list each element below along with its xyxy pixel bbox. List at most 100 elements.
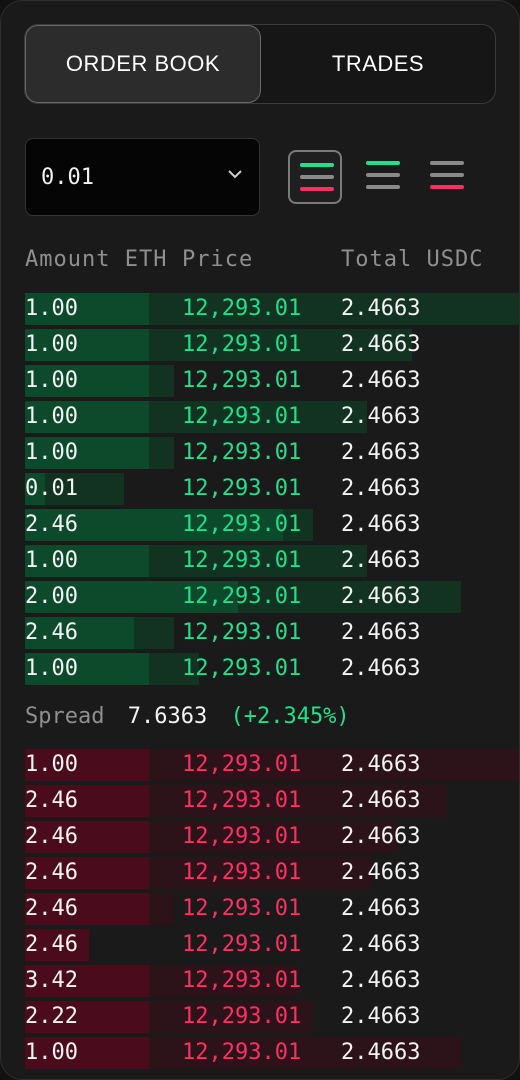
spread-change: (+2.345%) <box>230 704 350 729</box>
price-cell: 12,293.01 <box>182 296 302 321</box>
amount-cell: 2.46 <box>25 860 78 885</box>
header-price: Price <box>182 247 254 272</box>
total-cell: 2.4663 <box>341 1040 421 1065</box>
bid-row[interactable]: 1.00 12,293.01 2.4663 <box>1 543 519 579</box>
amount-cell: 1.00 <box>25 752 78 777</box>
tab-trades[interactable]: TRADES <box>261 25 495 103</box>
price-cell: 12,293.01 <box>182 548 302 573</box>
total-cell: 2.4663 <box>341 584 421 609</box>
total-cell: 2.4663 <box>341 296 421 321</box>
amount-cell: 0.01 <box>25 476 78 501</box>
total-cell: 2.4663 <box>341 788 421 813</box>
precision-value: 0.01 <box>41 164 94 190</box>
bid-row[interactable]: 1.00 12,293.01 2.4663 <box>1 435 519 471</box>
ask-line-icon <box>300 187 334 191</box>
total-cell: 2.4663 <box>341 824 421 849</box>
total-cell: 2.4663 <box>341 440 421 465</box>
amount-cell: 2.46 <box>25 788 78 813</box>
amount-cell: 2.00 <box>25 584 78 609</box>
price-cell: 12,293.01 <box>182 512 302 537</box>
bid-line-icon <box>366 161 400 165</box>
total-cell: 2.4663 <box>341 512 421 537</box>
amount-cell: 3.42 <box>25 968 78 993</box>
bid-row[interactable]: 1.00 12,293.01 2.4663 <box>1 651 519 687</box>
bid-row[interactable]: 2.46 12,293.01 2.4663 <box>1 507 519 543</box>
total-cell: 2.4663 <box>341 968 421 993</box>
price-cell: 12,293.01 <box>182 788 302 813</box>
total-cell: 2.4663 <box>341 860 421 885</box>
price-cell: 12,293.01 <box>182 620 302 645</box>
neutral-line-icon <box>366 185 400 189</box>
amount-cell: 1.00 <box>25 1040 78 1065</box>
bid-row[interactable]: 2.00 12,293.01 2.4663 <box>1 579 519 615</box>
ask-row[interactable]: 2.46 12,293.01 2.4663 <box>1 819 519 855</box>
view-both-sides-button[interactable] <box>288 150 342 204</box>
price-cell: 12,293.01 <box>182 332 302 357</box>
price-cell: 12,293.01 <box>182 1040 302 1065</box>
amount-cell: 2.46 <box>25 896 78 921</box>
view-bids-only-button[interactable] <box>356 150 410 204</box>
header-total: Total USDC <box>341 247 484 272</box>
amount-cell: 1.00 <box>25 332 78 357</box>
total-cell: 2.4663 <box>341 404 421 429</box>
bid-row[interactable]: 1.00 12,293.01 2.4663 <box>1 399 519 435</box>
price-cell: 12,293.01 <box>182 896 302 921</box>
bid-row[interactable]: 1.00 12,293.01 2.4663 <box>1 291 519 327</box>
price-cell: 12,293.01 <box>182 656 302 681</box>
bid-row[interactable]: 0.01 12,293.01 2.4663 <box>1 471 519 507</box>
amount-cell: 1.00 <box>25 296 78 321</box>
chevron-down-icon <box>228 170 242 179</box>
ask-row[interactable]: 2.46 12,293.01 2.4663 <box>1 891 519 927</box>
price-cell: 12,293.01 <box>182 404 302 429</box>
total-cell: 2.4663 <box>341 932 421 957</box>
header-amount: Amount ETH <box>25 247 168 272</box>
total-cell: 2.4663 <box>341 476 421 501</box>
bid-line-icon <box>300 163 334 167</box>
amount-cell: 1.00 <box>25 656 78 681</box>
total-cell: 2.4663 <box>341 332 421 357</box>
neutral-line-icon <box>366 173 400 177</box>
price-cell: 12,293.01 <box>182 824 302 849</box>
price-cell: 12,293.01 <box>182 476 302 501</box>
ask-row[interactable]: 1.00 12,293.01 2.4663 <box>1 1035 519 1071</box>
ask-row[interactable]: 2.22 12,293.01 2.4663 <box>1 999 519 1035</box>
neutral-line-icon <box>430 173 464 177</box>
amount-cell: 1.00 <box>25 440 78 465</box>
total-cell: 2.4663 <box>341 620 421 645</box>
spread-value: 7.6363 <box>127 704 208 729</box>
price-cell: 12,293.01 <box>182 932 302 957</box>
order-book-panel: ORDER BOOK TRADES 0.01 Amount ETH Price … <box>0 0 520 1080</box>
spread-row: Spread 7.6363 (+2.345%) <box>25 699 350 735</box>
tab-bar: ORDER BOOK TRADES <box>24 24 496 104</box>
precision-select[interactable]: 0.01 <box>25 138 260 216</box>
amount-cell: 2.46 <box>25 824 78 849</box>
ask-row[interactable]: 3.42 12,293.01 2.4663 <box>1 963 519 999</box>
price-cell: 12,293.01 <box>182 368 302 393</box>
tab-order-book[interactable]: ORDER BOOK <box>25 25 261 103</box>
ask-line-icon <box>430 185 464 189</box>
price-cell: 12,293.01 <box>182 440 302 465</box>
price-cell: 12,293.01 <box>182 968 302 993</box>
amount-cell: 2.46 <box>25 620 78 645</box>
ask-row[interactable]: 2.46 12,293.01 2.4663 <box>1 855 519 891</box>
bid-row[interactable]: 1.00 12,293.01 2.4663 <box>1 363 519 399</box>
ask-row[interactable]: 2.46 12,293.01 2.4663 <box>1 783 519 819</box>
neutral-line-icon <box>430 161 464 165</box>
price-cell: 12,293.01 <box>182 1004 302 1029</box>
total-cell: 2.4663 <box>341 368 421 393</box>
bids-list: 1.00 12,293.01 2.4663 1.00 12,293.01 2.4663 1.… <box>1 291 519 687</box>
asks-list: 1.00 12,293.01 2.4663 2.46 12,293.01 2.4663 2.… <box>1 747 519 1071</box>
amount-cell: 1.00 <box>25 404 78 429</box>
amount-cell: 2.46 <box>25 512 78 537</box>
bid-row[interactable]: 1.00 12,293.01 2.4663 <box>1 327 519 363</box>
amount-cell: 1.00 <box>25 548 78 573</box>
amount-cell: 1.00 <box>25 368 78 393</box>
total-cell: 2.4663 <box>341 752 421 777</box>
ask-row[interactable]: 1.00 12,293.01 2.4663 <box>1 747 519 783</box>
total-cell: 2.4663 <box>341 656 421 681</box>
ask-row[interactable]: 2.46 12,293.01 2.4663 <box>1 927 519 963</box>
total-cell: 2.4663 <box>341 548 421 573</box>
bid-row[interactable]: 2.46 12,293.01 2.4663 <box>1 615 519 651</box>
neutral-line-icon <box>300 175 334 179</box>
view-asks-only-button[interactable] <box>420 150 474 204</box>
